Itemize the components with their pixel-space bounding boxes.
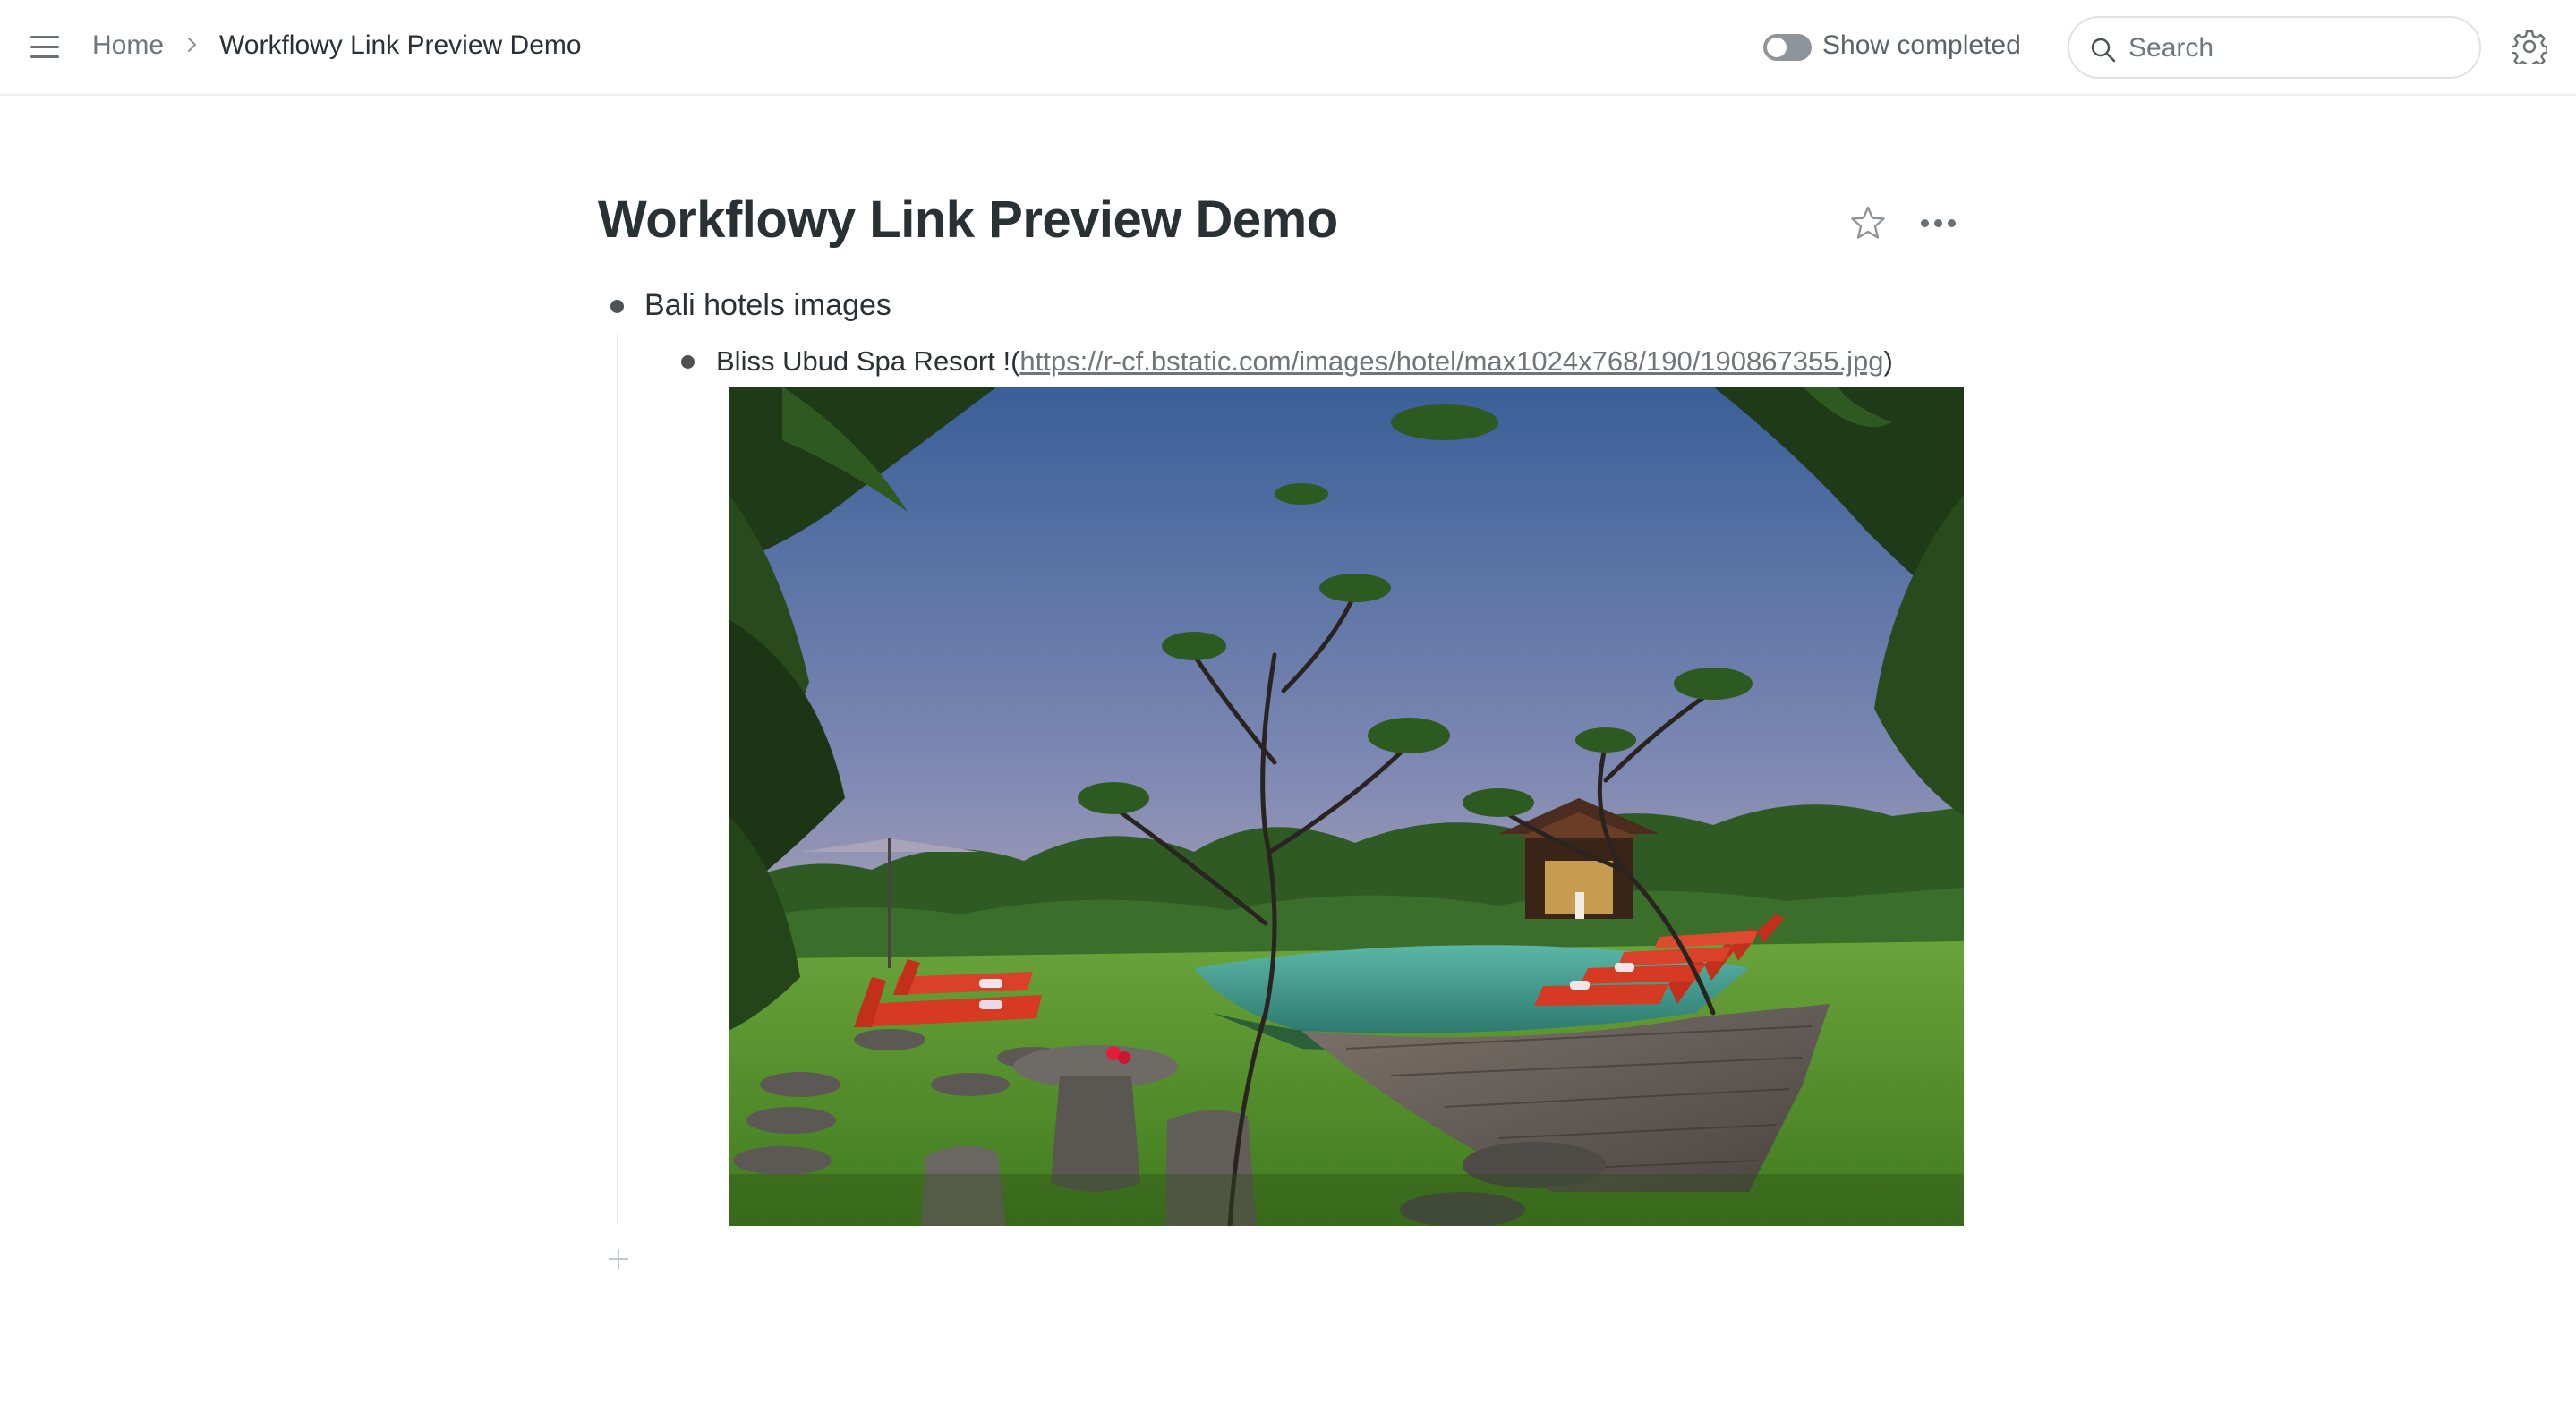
list-item[interactable]: Bali hotels images [644,288,891,323]
list-item[interactable]: Bliss Ubud Spa Resort !(https://r-cf.bst… [716,345,1893,378]
search-box[interactable] [2068,16,2481,79]
resort-photo [729,387,1964,1226]
breadcrumb-home[interactable]: Home [92,30,164,61]
show-completed-label[interactable]: Show completed [1822,30,2021,61]
search-input[interactable] [2128,30,2460,66]
top-bar: Home Workflowy Link Preview Demo Show co… [0,0,2576,96]
item-text-suffix: ) [1883,345,1893,377]
add-item-icon[interactable] [605,1246,632,1272]
star-icon[interactable] [1849,204,1887,242]
item-text-prefix: Bliss Ubud Spa Resort !( [716,345,1020,377]
menu-icon[interactable] [29,32,61,61]
show-completed-toggle[interactable] [1763,34,1812,61]
gear-icon[interactable] [2512,29,2547,64]
link-preview-image[interactable] [729,387,1964,1226]
chevron-right-icon [187,37,197,53]
toggle-knob [1767,38,1787,57]
more-icon[interactable] [1919,209,1958,236]
bullet[interactable] [681,355,695,369]
page-title[interactable]: Workflowy Link Preview Demo [598,190,1338,250]
indent-guide-line [617,333,618,1224]
image-link[interactable]: https://r-cf.bstatic.com/images/hotel/ma… [1019,345,1883,377]
search-icon [2091,38,2116,63]
bullet[interactable] [610,300,624,313]
breadcrumb-current[interactable]: Workflowy Link Preview Demo [219,30,582,61]
